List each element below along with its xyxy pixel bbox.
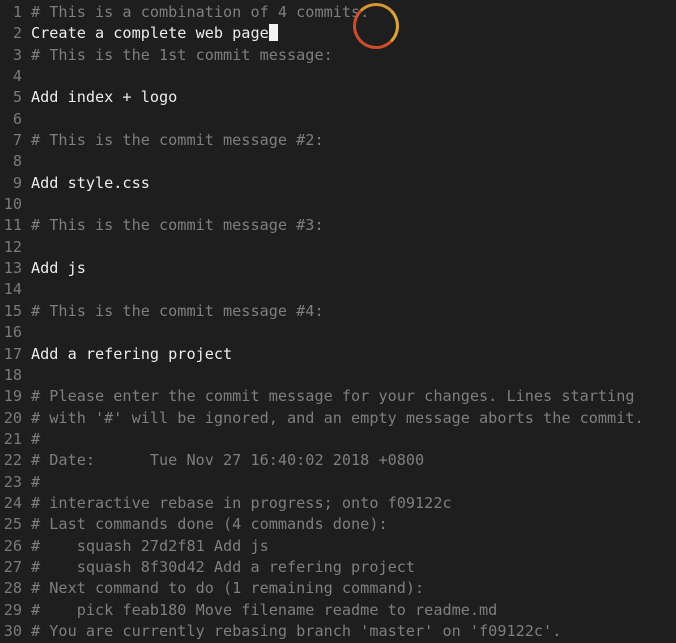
line-number: 5 <box>12 88 22 107</box>
line-number: 18 <box>3 365 22 384</box>
line-number: 30 <box>3 621 22 640</box>
click-indicator-icon <box>353 3 399 49</box>
editor-line[interactable]: 25 # Last commands done (4 commands done)… <box>0 514 676 535</box>
line-number: 7 <box>12 131 22 150</box>
comment-line-text: # <box>31 429 41 448</box>
line-number: 3 <box>12 45 22 64</box>
editor-line[interactable]: 21 # <box>0 429 676 450</box>
line-number: 19 <box>3 387 22 406</box>
comment-line-text: # interactive rebase in progress; onto f… <box>31 493 452 512</box>
editor-line[interactable]: 4 <box>0 66 676 87</box>
line-number: 26 <box>3 536 22 555</box>
editor-line[interactable]: 12 <box>0 237 676 258</box>
editor-line[interactable]: 5 Add index + logo <box>0 87 676 108</box>
editor-line[interactable]: 16 <box>0 322 676 343</box>
line-number: 29 <box>3 600 22 619</box>
editor-line[interactable]: 22 # Date: Tue Nov 27 16:40:02 2018 +0800 <box>0 450 676 471</box>
editor-line[interactable]: 18 <box>0 365 676 386</box>
comment-line-text: # Last commands done (4 commands done): <box>31 515 388 534</box>
message-line-text: Add style.css <box>31 173 150 192</box>
text-cursor <box>268 24 278 42</box>
line-number: 24 <box>3 493 22 512</box>
line-number: 27 <box>3 557 22 576</box>
line-number: 20 <box>3 408 22 427</box>
editor-line[interactable]: 14 <box>0 279 676 300</box>
editor-line[interactable]: 13 Add js <box>0 258 676 279</box>
message-line-text: Add a refering project <box>31 344 233 363</box>
comment-line-text: # with '#' will be ignored, and an empty… <box>31 408 644 427</box>
line-number: 17 <box>3 344 22 363</box>
comment-line-text: # This is the commit message #2: <box>31 131 324 150</box>
message-line-text: Add js <box>31 259 86 278</box>
comment-line-text: # This is the commit message #4: <box>31 301 324 320</box>
line-number: 25 <box>3 515 22 534</box>
message-line-text: Add index + logo <box>31 88 178 107</box>
editor-buffer[interactable]: 1 # This is a combination of 4 commits. 2 C… <box>0 2 676 643</box>
line-number: 28 <box>3 579 22 598</box>
editor-line[interactable]: 17 Add a refering project <box>0 344 676 365</box>
comment-line-text: # This is a combination of 4 commits. <box>31 3 370 21</box>
comment-line-text: # Next command to do (1 remaining comman… <box>31 579 425 598</box>
editor-line[interactable]: 15 # This is the commit message #4: <box>0 301 676 322</box>
editor-line[interactable]: 6 <box>0 109 676 130</box>
editor-line[interactable]: 3 # This is the 1st commit message: <box>0 45 676 66</box>
line-number: 10 <box>3 195 22 214</box>
message-line-text: Create a complete web page <box>31 24 269 43</box>
editor-lines: 1 # This is a combination of 4 commits. 2 C… <box>0 2 676 642</box>
comment-line-text: # pick feab180 Move filename readme to r… <box>31 600 498 619</box>
editor-line[interactable]: 29 # pick feab180 Move filename readme to… <box>0 600 676 621</box>
line-number: 22 <box>3 451 22 470</box>
line-number: 11 <box>3 216 22 235</box>
line-number: 21 <box>3 429 22 448</box>
editor-line[interactable]: 27 # squash 8f30d42 Add a refering projec… <box>0 557 676 578</box>
comment-line-text: # You are currently rebasing branch 'mas… <box>31 621 562 640</box>
editor-line[interactable]: 7 # This is the commit message #2: <box>0 130 676 151</box>
line-number: 14 <box>3 280 22 299</box>
editor-line[interactable]: 1 # This is a combination of 4 commits. <box>0 2 676 23</box>
line-number: 23 <box>3 472 22 491</box>
line-number: 9 <box>12 173 22 192</box>
editor-line[interactable]: 28 # Next command to do (1 remaining comm… <box>0 578 676 599</box>
comment-line-text: # Please enter the commit message for yo… <box>31 387 635 406</box>
comment-line-text: # This is the 1st commit message: <box>31 45 333 64</box>
editor-line[interactable]: 30 # You are currently rebasing branch 'm… <box>0 621 676 642</box>
line-number: 2 <box>12 24 22 43</box>
editor-line[interactable]: 9 Add style.css <box>0 173 676 194</box>
editor-line[interactable]: 2 Create a complete web page <box>0 23 676 44</box>
editor-line[interactable]: 8 <box>0 151 676 172</box>
editor-line[interactable]: 26 # squash 27d2f81 Add js <box>0 536 676 557</box>
comment-line-text: # <box>31 472 41 491</box>
line-number: 12 <box>3 237 22 256</box>
editor-line[interactable]: 19 # Please enter the commit message for … <box>0 386 676 407</box>
comment-line-text: # This is the commit message #3: <box>31 216 324 235</box>
line-number: 8 <box>12 152 22 171</box>
editor-line[interactable]: 11 # This is the commit message #3: <box>0 215 676 236</box>
comment-line-text: # Date: Tue Nov 27 16:40:02 2018 +0800 <box>31 451 425 470</box>
line-number: 15 <box>3 301 22 320</box>
editor-line[interactable]: 24 # interactive rebase in progress; onto… <box>0 493 676 514</box>
comment-line-text: # squash 8f30d42 Add a refering project <box>31 557 416 576</box>
editor-line[interactable]: 10 <box>0 194 676 215</box>
comment-line-text: # squash 27d2f81 Add js <box>31 536 269 555</box>
line-number: 6 <box>12 109 22 128</box>
editor-line[interactable]: 23 # <box>0 472 676 493</box>
line-number: 13 <box>3 259 22 278</box>
editor-line[interactable]: 20 # with '#' will be ignored, and an emp… <box>0 408 676 429</box>
line-number: 1 <box>12 3 22 21</box>
line-number: 16 <box>3 323 22 342</box>
line-number: 4 <box>12 67 22 86</box>
